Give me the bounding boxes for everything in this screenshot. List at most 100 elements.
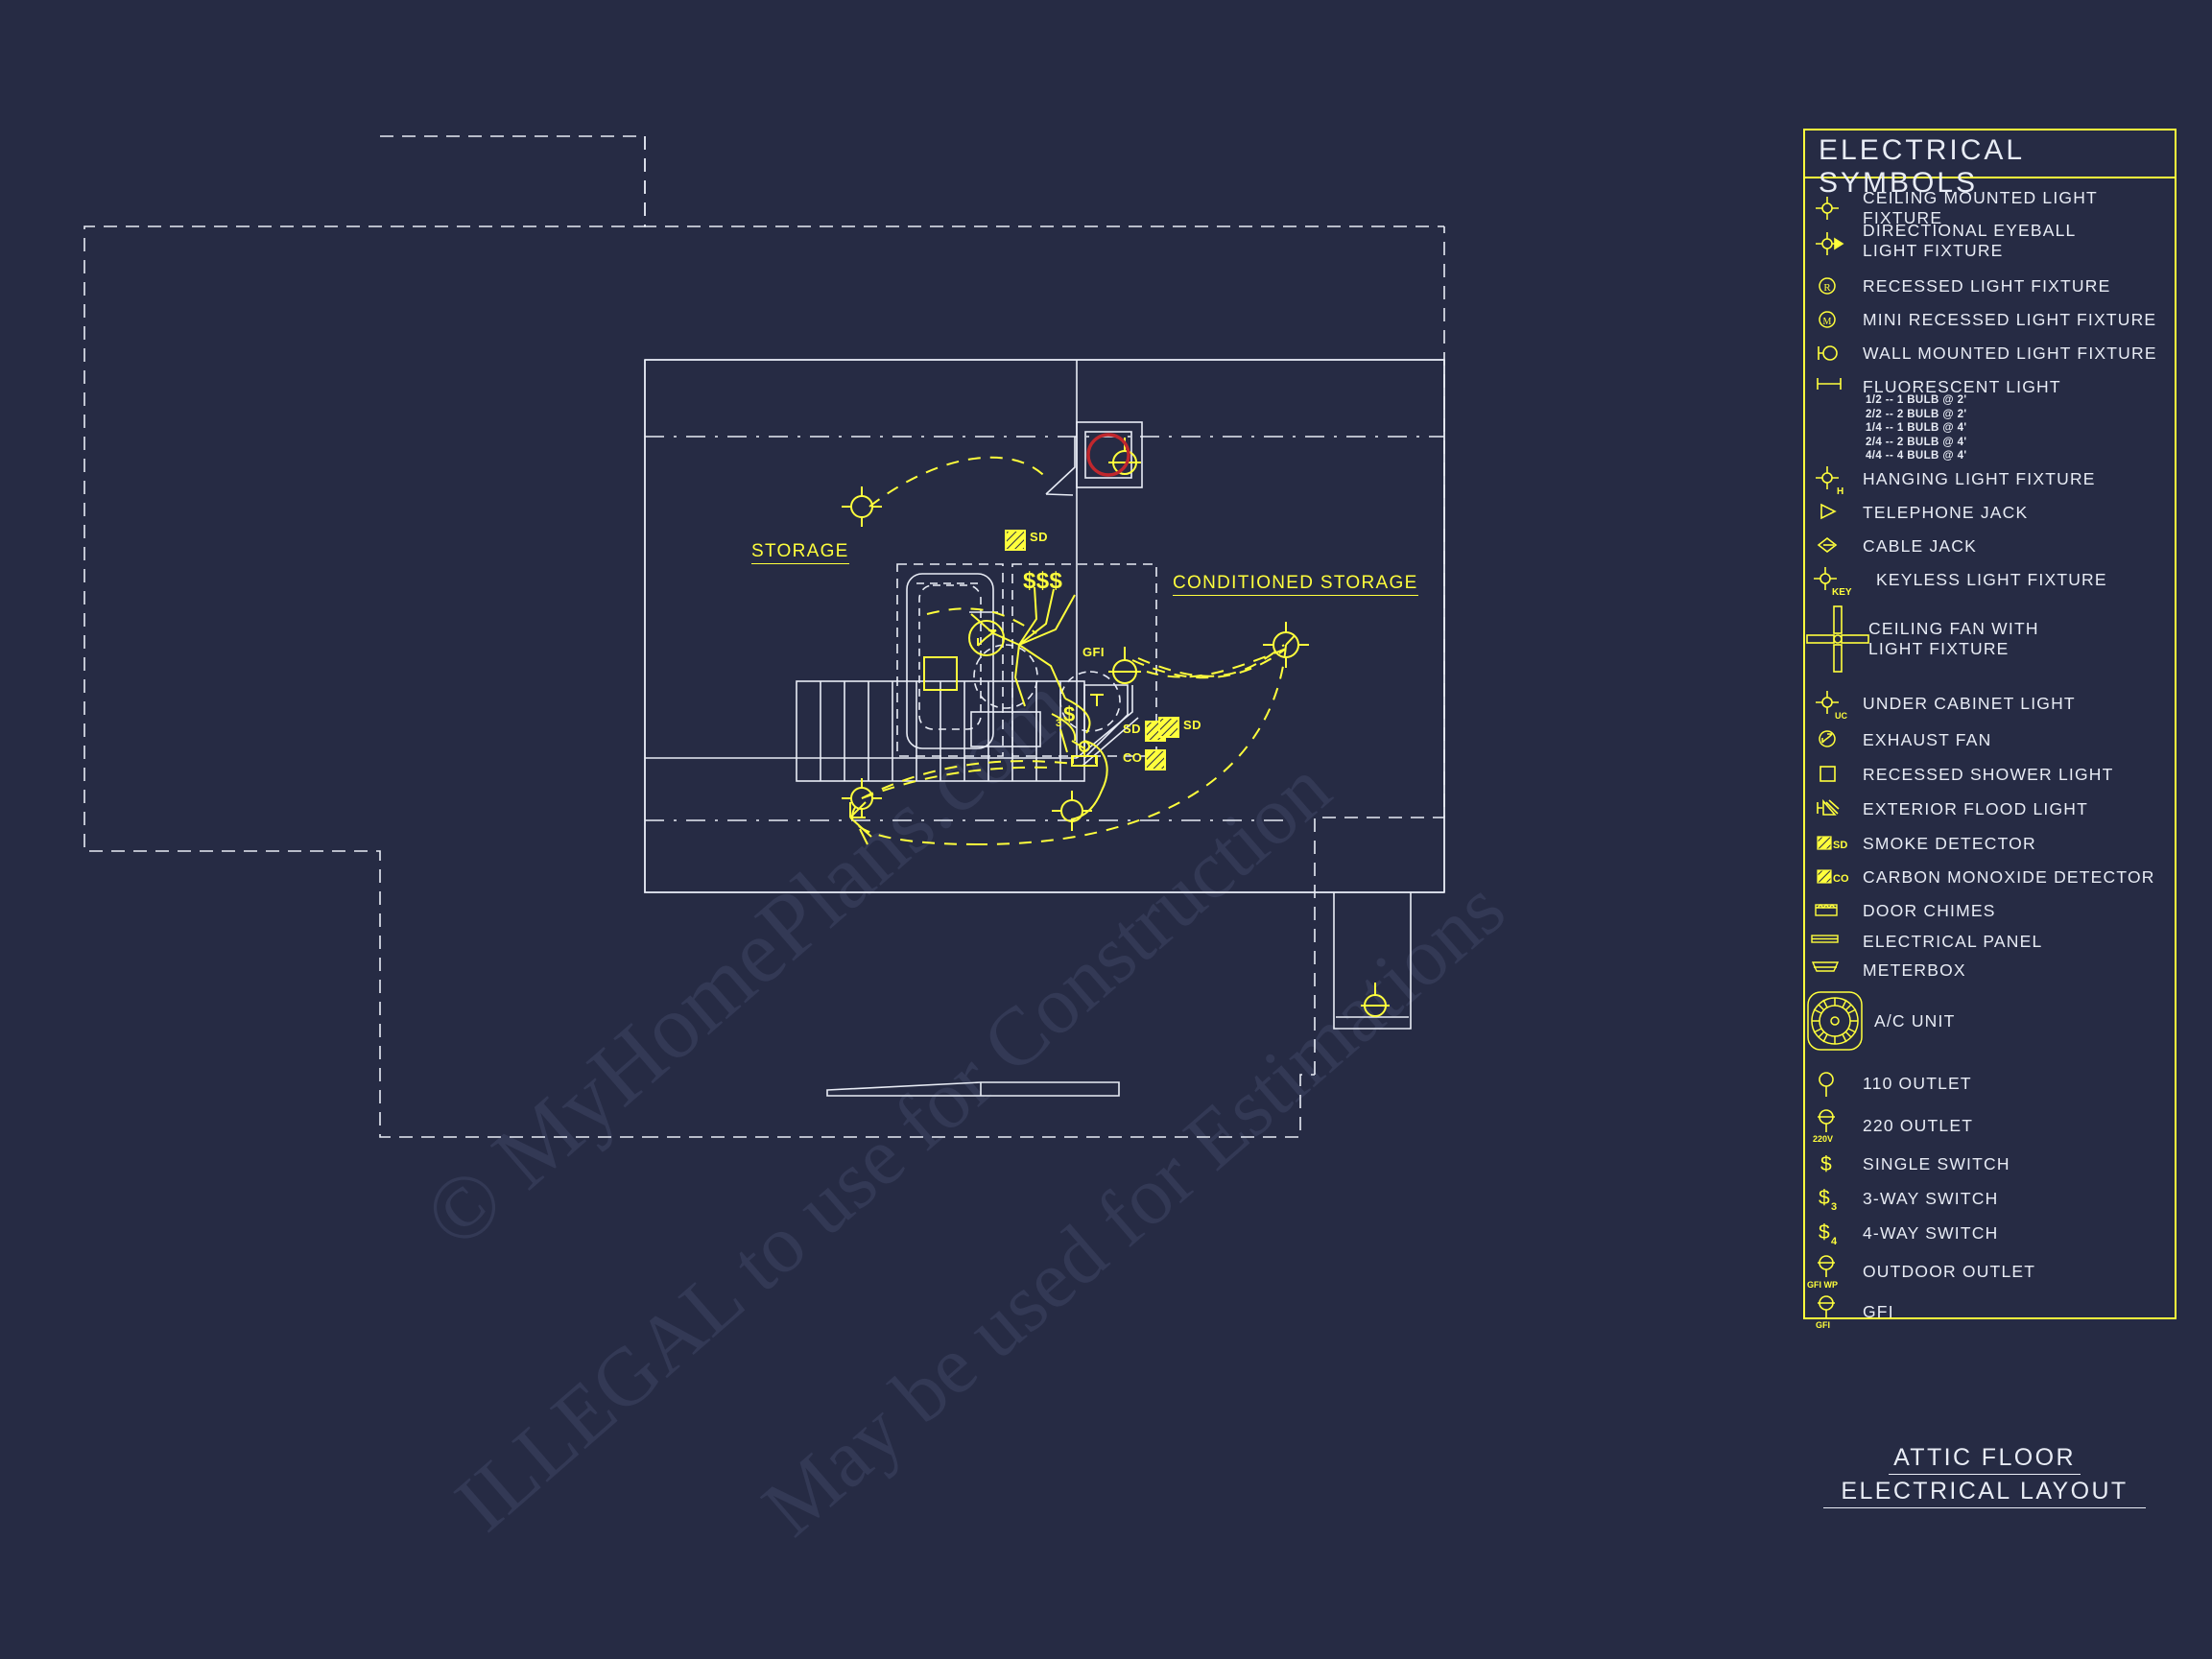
door-chimes-icon (1805, 896, 1863, 925)
wall-mounted-light-icon (1805, 339, 1863, 367)
conditioned-storage-room-label: CONDITIONED STORAGE (1173, 573, 1418, 596)
legend-label-recessed-shower-light: RECESSED SHOWER LIGHT (1863, 764, 2114, 784)
legend-row-meterbox[interactable]: METERBOX (1805, 956, 1966, 984)
legend-label-directional-eyeball: DIRECTIONAL EYEBALL LIGHT FIXTURE (1863, 221, 2077, 260)
legend-label-ceiling-fan-light: CEILING FAN WITH LIGHT FIXTURE (1868, 619, 2039, 658)
recessed-shower-light-icon (1805, 760, 1863, 789)
svg-text:M: M (1823, 317, 1832, 327)
lower-deck (826, 1081, 1120, 1097)
legend-row-three-way-switch[interactable]: $ 3 3-WAY SWITCH (1805, 1184, 1998, 1213)
svg-text:UC: UC (1835, 711, 1847, 721)
legend-row-telephone-jack[interactable]: TELEPHONE JACK (1805, 498, 2028, 527)
svg-text:220V: 220V (1813, 1134, 1833, 1144)
svg-text:CO: CO (1833, 873, 1849, 885)
legend-row-keyless-light[interactable]: KEY KEYLESS LIGHT FIXTURE (1805, 565, 2107, 598)
legend-row-ac-unit[interactable]: A/C UNIT (1805, 989, 1955, 1053)
legend-row-electrical-panel[interactable]: ELECTRICAL PANEL (1805, 927, 2042, 956)
legend-row-cable-jack[interactable]: CABLE JACK (1805, 532, 1977, 560)
storage-room-label: STORAGE (751, 541, 849, 564)
right-bumpout (1333, 892, 1412, 1030)
legend-row-single-switch[interactable]: $ SINGLE SWITCH (1805, 1149, 2010, 1178)
smoke-detector-icon: SD (1805, 829, 1863, 858)
svg-text:$: $ (1820, 1153, 1832, 1175)
svg-text:R: R (1823, 282, 1831, 294)
legend-row-outlet-220[interactable]: 220V 220 OUTLET (1805, 1107, 1973, 1144)
legend-row-exhaust-fan[interactable]: EXHAUST FAN (1805, 725, 1991, 754)
legend-label-exterior-flood-light: EXTERIOR FLOOD LIGHT (1863, 798, 2088, 818)
legend-row-ceiling-fan-light[interactable]: CEILING FAN WITH LIGHT FIXTURE (1805, 603, 2039, 675)
legend-title-bar: ELECTRICAL SYMBOLS (1805, 130, 2175, 199)
legend-label-hanging-light: HANGING LIGHT FIXTURE (1863, 468, 2096, 488)
legend-label-carbon-monoxide-detector: CARBON MONOXIDE DETECTOR (1863, 866, 2155, 887)
legend-label-cable-jack: CABLE JACK (1863, 535, 1977, 556)
smoke-detector-upper (1005, 530, 1026, 551)
legend-label-door-chimes: DOOR CHIMES (1863, 900, 1996, 920)
legend-label-outlet-110: 110 OUTLET (1863, 1073, 1972, 1093)
ceiling-mounted-light-icon (1805, 194, 1863, 223)
fluorescent-light-icon (1805, 372, 1863, 401)
legend-row-door-chimes[interactable]: DOOR CHIMES (1805, 896, 1996, 925)
legend-row-recessed-light[interactable]: R RECESSED LIGHT FIXTURE (1805, 272, 2110, 300)
exterior-flood-light-icon (1805, 794, 1863, 823)
svg-text:GFI: GFI (1816, 1320, 1830, 1330)
legend-row-under-cabinet-light[interactable]: UC UNDER CABINET LIGHT (1805, 689, 2076, 721)
outdoor-outlet-icon: GFI WP (1805, 1253, 1863, 1290)
sheet-title-line-1: ATTIC FLOOR (1889, 1444, 2081, 1475)
door-swing (1045, 437, 1076, 496)
electrical-panel-icon (1805, 927, 1863, 956)
electrical-symbols-legend: ELECTRICAL SYMBOLS CEILING MOUNTED LIGHT… (1803, 129, 2176, 1330)
exhaust-fan-icon (1805, 725, 1863, 754)
legend-label-meterbox: METERBOX (1863, 960, 1966, 980)
drawing-sheet: © MyHomePlans.com ILLEGAL to use for Con… (0, 0, 2212, 1659)
legend-row-outdoor-outlet[interactable]: GFI WP OUTDOOR OUTLET (1805, 1253, 2035, 1290)
legend-row-exterior-flood-light[interactable]: EXTERIOR FLOOD LIGHT (1805, 794, 2088, 823)
gfi-outlet-icon: GFI (1805, 1293, 1863, 1330)
single-switch-icon: $ (1805, 1149, 1863, 1178)
legend-row-gfi-outlet[interactable]: GFI GFI (1805, 1293, 1894, 1330)
four-way-switch-icon: $ 4 (1805, 1219, 1863, 1247)
legend-row-four-way-switch[interactable]: $ 4 4-WAY SWITCH (1805, 1219, 1998, 1247)
sheet-title-line-2: ELECTRICAL LAYOUT (1823, 1478, 2146, 1508)
outlet-220-icon: 220V (1805, 1107, 1863, 1144)
legend-row-mini-recessed-light[interactable]: M MINI RECESSED LIGHT FIXTURE (1805, 305, 2156, 334)
svg-text:4: 4 (1831, 1236, 1838, 1247)
keyless-light-icon: KEY (1805, 565, 1863, 598)
outlet-220-bumpout (1361, 983, 1390, 1017)
carbon-monoxide-detector-stair (1145, 749, 1166, 770)
chimney-flue-marker (1086, 433, 1130, 477)
legend-label-ac-unit: A/C UNIT (1874, 1010, 1956, 1031)
cable-jack-icon (1805, 532, 1863, 560)
stair-run (796, 680, 1085, 782)
svg-text:KEY: KEY (1832, 587, 1852, 598)
smoke-detector-tag-right: SD (1183, 718, 1201, 732)
legend-label-four-way-switch: 4-WAY SWITCH (1863, 1222, 1999, 1243)
outlet-110-icon (1805, 1069, 1863, 1098)
legend-row-smoke-detector[interactable]: SD SMOKE DETECTOR (1805, 829, 2036, 858)
roof-outline (83, 135, 1444, 1138)
legend-row-directional-eyeball[interactable]: DIRECTIONAL EYEBALL LIGHT FIXTURE (1805, 221, 2077, 261)
legend-row-carbon-monoxide-detector[interactable]: CO CARBON MONOXIDE DETECTOR (1805, 863, 2155, 891)
smoke-detector-tag-stair: SD (1123, 722, 1141, 736)
legend-label-three-way-switch: 3-WAY SWITCH (1863, 1188, 1999, 1208)
legend-label-exhaust-fan: EXHAUST FAN (1863, 729, 1992, 749)
fluorescent-light-sublabels: 1/2 -- 1 BULB @ 2' 2/2 -- 2 BULB @ 2' 1/… (1866, 394, 1967, 462)
legend-label-mini-recessed-light: MINI RECESSED LIGHT FIXTURE (1863, 309, 2157, 329)
directional-eyeball-light-icon (1805, 226, 1863, 255)
smoke-detector-tag-upper: SD (1030, 530, 1048, 544)
attic-walls (644, 359, 1445, 893)
legend-row-recessed-shower-light[interactable]: RECESSED SHOWER LIGHT (1805, 760, 2113, 789)
under-cabinet-light-icon: UC (1805, 689, 1863, 721)
svg-text:3: 3 (1831, 1201, 1837, 1213)
legend-label-telephone-jack: TELEPHONE JACK (1863, 502, 2029, 522)
gfi-outlet-tag: GFI (1082, 645, 1105, 659)
legend-label-under-cabinet-light: UNDER CABINET LIGHT (1863, 693, 2076, 713)
ceiling-light-fixtures (842, 486, 1309, 831)
recessed-light-icon: R (1805, 272, 1863, 300)
legend-label-outdoor-outlet: OUTDOOR OUTLET (1863, 1261, 2036, 1281)
three-way-switch-tag: 3 (1056, 718, 1062, 729)
legend-row-wall-mounted-light[interactable]: WALL MOUNTED LIGHT FIXTURE (1805, 339, 2157, 367)
legend-row-outlet-110[interactable]: 110 OUTLET (1805, 1069, 1972, 1098)
ceiling-fan-light-icon (1805, 603, 1869, 675)
legend-label-recessed-light: RECESSED LIGHT FIXTURE (1863, 275, 2111, 296)
legend-row-hanging-light[interactable]: H HANGING LIGHT FIXTURE (1805, 464, 2096, 497)
